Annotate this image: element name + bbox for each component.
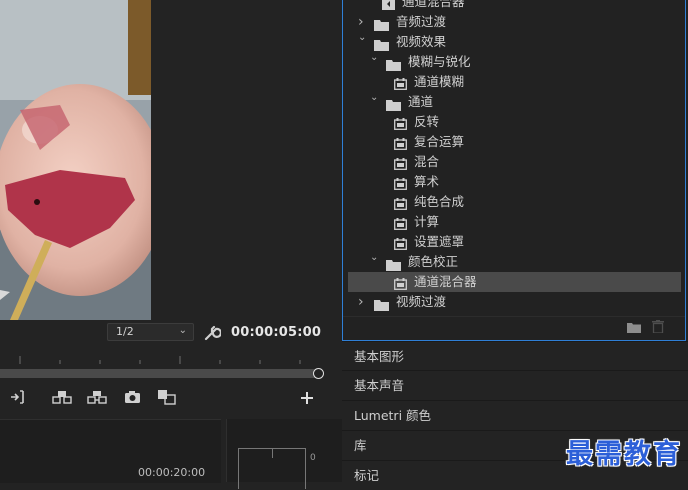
effects-folder[interactable]: ⌄ 颜色校正 (348, 252, 681, 272)
effect-label: 纯色合成 (414, 194, 465, 209)
mark-out-icon[interactable] (9, 388, 31, 406)
chevron-down-icon[interactable]: ⌄ (370, 248, 380, 268)
extract-icon[interactable] (86, 388, 108, 406)
panel-essential-sound[interactable]: 基本声音 (342, 370, 688, 399)
folder-label: 通道 (408, 94, 434, 109)
current-timecode[interactable]: 00:00:05:00 (231, 325, 321, 340)
effects-panel: 通道混合器 › 音频过渡 ⌄ 视频效果 ⌄ 模糊与锐化 通道模糊 ⌄ 通道 反转 复合运算 混合 算术 纯色… (342, 0, 686, 341)
playhead-handle[interactable] (313, 368, 324, 379)
chevron-down-icon: ⌄ (178, 325, 187, 336)
panel-lumetri-color[interactable]: Lumetri 颜色 (342, 400, 688, 429)
effect-label: 计算 (414, 214, 440, 229)
panel-essential-graphics[interactable]: 基本图形 (342, 341, 688, 370)
folder-label: 颜色校正 (408, 254, 459, 269)
chevron-down-icon[interactable]: ⌄ (370, 88, 380, 108)
trash-icon[interactable] (652, 320, 664, 334)
wrench-icon[interactable] (203, 324, 222, 342)
folder-icon (386, 97, 401, 111)
effect-label: 设置遮罩 (414, 234, 465, 249)
folder-label: 音频过渡 (396, 14, 447, 29)
effects-folder[interactable]: › 视频过渡 (348, 292, 681, 312)
fx-preset-icon (394, 236, 407, 250)
effects-item[interactable]: 算术 (348, 172, 681, 192)
playback-resolution-value: 1/2 (116, 325, 134, 338)
fx-preset-icon (394, 156, 407, 170)
effects-item[interactable]: 设置遮罩 (348, 232, 681, 252)
fx-preset-icon (394, 216, 407, 230)
chevron-right-icon[interactable]: › (358, 292, 368, 312)
effects-item[interactable]: 纯色合成 (348, 192, 681, 212)
effects-item[interactable]: 通道模糊 (348, 72, 681, 92)
folder-icon (374, 297, 389, 311)
folder-icon (386, 57, 401, 71)
effect-label: 反转 (414, 114, 440, 129)
effects-folder[interactable]: ⌄ 通道 (348, 92, 681, 112)
chevron-down-icon[interactable]: ⌄ (370, 48, 380, 68)
program-monitor: 1/2 ⌄ 00:00:05:00 00:00:20:00 0 (0, 0, 342, 489)
effects-item[interactable]: 反转 (348, 112, 681, 132)
time-ruler[interactable] (0, 346, 322, 370)
effects-item[interactable]: 混合 (348, 152, 681, 172)
effects-item[interactable]: 计算 (348, 212, 681, 232)
fx-preset-icon (394, 276, 407, 290)
scrub-bar[interactable] (0, 369, 318, 378)
effect-label: 通道混合器 (414, 274, 477, 289)
effect-label: 通道混合器 (402, 0, 465, 9)
compare-icon[interactable] (156, 388, 178, 406)
effect-label: 通道模糊 (414, 74, 465, 89)
folder-icon (374, 37, 389, 51)
audio-fx-icon (382, 0, 395, 10)
fx-preset-icon (394, 116, 407, 130)
folder-label: 视频过渡 (396, 294, 447, 309)
plus-icon[interactable] (297, 388, 319, 406)
chevron-down-icon[interactable]: ⌄ (358, 28, 368, 48)
meter-divider (272, 448, 273, 458)
watermark: 最需教育 (566, 439, 682, 470)
effects-folder[interactable]: › 音频过渡 (348, 12, 681, 32)
effect-label: 复合运算 (414, 134, 465, 149)
effects-item[interactable]: 通道混合器 (348, 0, 681, 12)
fx-preset-icon (394, 196, 407, 210)
fx-preset-icon (394, 176, 407, 190)
effects-item[interactable]: 复合运算 (348, 132, 681, 152)
playback-resolution-select[interactable]: 1/2 ⌄ (107, 323, 194, 341)
camera-icon[interactable] (122, 388, 144, 406)
effects-folder[interactable]: ⌄ 视频效果 (348, 32, 681, 52)
sequence-timecode: 00:00:20:00 (138, 466, 206, 479)
fx-preset-icon (394, 76, 407, 90)
video-frame (0, 0, 151, 320)
effect-label: 算术 (414, 174, 440, 189)
effects-item[interactable]: 通道混合器 (348, 272, 681, 292)
fx-preset-icon (394, 136, 407, 150)
effect-label: 混合 (414, 154, 440, 169)
folder-label: 模糊与锐化 (408, 54, 471, 69)
lift-icon[interactable] (51, 388, 73, 406)
effects-folder[interactable]: ⌄ 模糊与锐化 (348, 52, 681, 72)
folder-label: 视频效果 (396, 34, 447, 49)
folder-icon (386, 257, 401, 271)
new-bin-icon[interactable] (627, 322, 641, 333)
meter-scale-label: 0 (310, 453, 316, 463)
folder-icon (374, 17, 389, 31)
